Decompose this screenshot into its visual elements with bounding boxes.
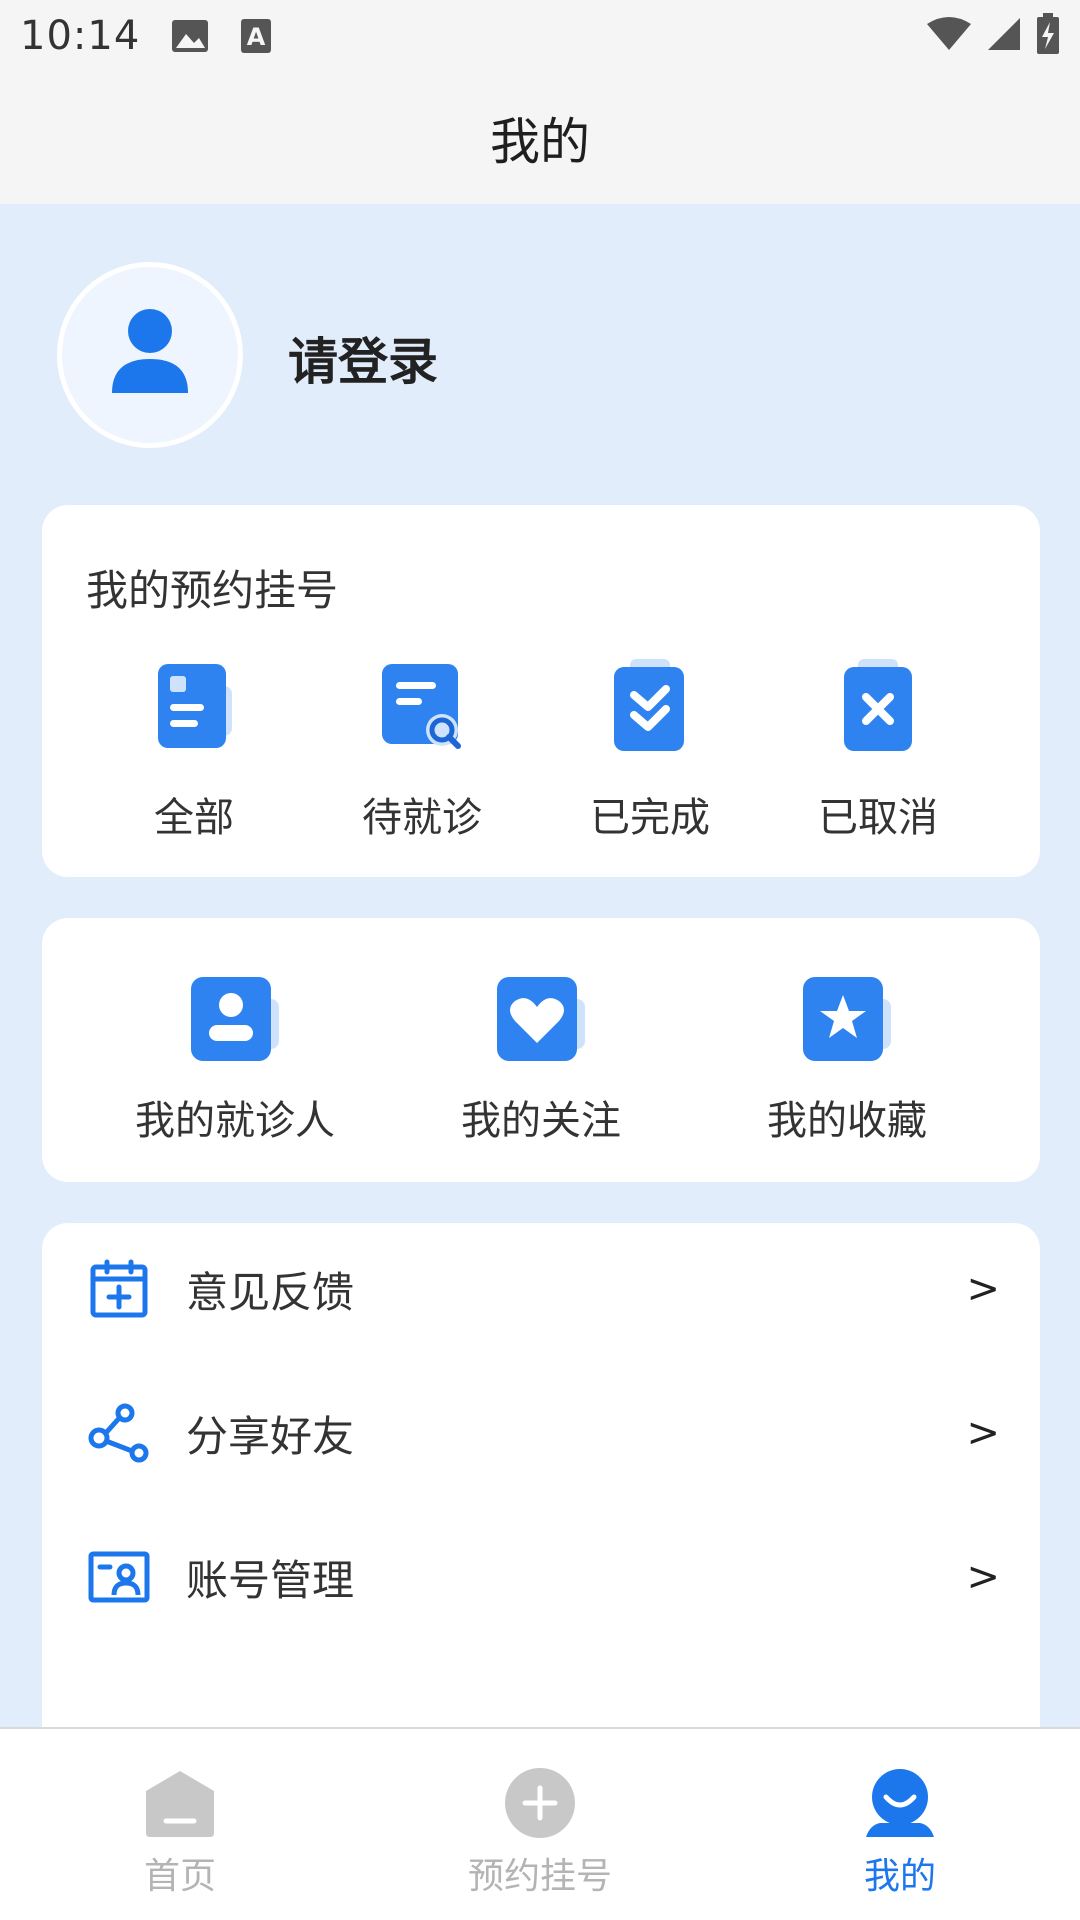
- quick-link-patients-label: 我的就诊人: [135, 1098, 335, 1144]
- status-bar: 10:14 A: [0, 0, 1080, 72]
- nav-tab-mine-label: 我的: [863, 1856, 936, 1897]
- chevron-right-icon: >: [966, 1266, 1000, 1312]
- account-card-icon: [88, 1546, 150, 1608]
- plus-circle-icon: [495, 1763, 585, 1843]
- quick-link-patients[interactable]: 我的就诊人: [105, 968, 365, 1146]
- appointment-completed-label: 已完成: [590, 795, 710, 841]
- calendar-plus-icon: [88, 1258, 150, 1320]
- appointment-pending[interactable]: 待就诊: [308, 655, 536, 843]
- share-icon: [88, 1402, 150, 1464]
- battery-charging-icon: [1036, 13, 1060, 59]
- login-prompt[interactable]: 请登录: [288, 322, 438, 394]
- chevron-right-icon: >: [966, 1554, 1000, 1600]
- clipboard-cancel-icon: [828, 655, 928, 755]
- appointment-completed[interactable]: 已完成: [536, 655, 764, 843]
- user-smile-icon: [855, 1763, 945, 1843]
- nav-tab-appointment-label: 预约挂号: [467, 1856, 612, 1897]
- appointment-all[interactable]: 全部: [80, 655, 308, 843]
- appointment-pending-label: 待就诊: [362, 795, 482, 841]
- appointments-card: 我的预约挂号 全部 待就诊 已完成 已取消: [42, 505, 1040, 877]
- quick-link-favorites[interactable]: 我的收藏: [717, 968, 977, 1146]
- bottom-nav: 首页 预约挂号 我的: [0, 1727, 1080, 1920]
- appointment-cancelled[interactable]: 已取消: [764, 655, 992, 843]
- appointments-grid: 全部 待就诊 已完成 已取消: [42, 655, 1040, 843]
- menu-item-account[interactable]: 账号管理 >: [42, 1505, 1040, 1649]
- quick-link-favorites-label: 我的收藏: [767, 1098, 927, 1144]
- home-icon: [135, 1763, 225, 1843]
- title-bar: 我的: [0, 72, 1080, 204]
- menu-item-share-label: 分享好友: [186, 1411, 355, 1461]
- appointments-title: 我的预约挂号: [86, 566, 339, 615]
- heart-icon: [491, 968, 591, 1068]
- document-list-icon: [144, 655, 244, 755]
- nav-tab-home-label: 首页: [143, 1856, 216, 1897]
- menu-item-feedback-label: 意见反馈: [186, 1267, 355, 1317]
- quick-link-follows[interactable]: 我的关注: [411, 968, 671, 1146]
- appointment-cancelled-label: 已取消: [818, 795, 938, 841]
- star-icon: [797, 968, 897, 1068]
- nav-tab-mine[interactable]: 我的: [720, 1729, 1080, 1920]
- appointment-all-label: 全部: [154, 795, 234, 841]
- svg-text:A: A: [247, 23, 266, 51]
- patient-icon: [185, 968, 285, 1068]
- menu-item-account-label: 账号管理: [186, 1555, 355, 1605]
- user-icon: [110, 307, 190, 403]
- nav-tab-appointment[interactable]: 预约挂号: [360, 1729, 720, 1920]
- avatar[interactable]: [57, 262, 243, 448]
- image-icon: [170, 18, 210, 54]
- nav-tab-home[interactable]: 首页: [0, 1729, 360, 1920]
- clipboard-check-icon: [600, 655, 700, 755]
- quick-links-card: 我的就诊人 我的关注 我的收藏: [42, 918, 1040, 1182]
- quick-link-follows-label: 我的关注: [461, 1098, 621, 1144]
- signal-icon: [986, 16, 1022, 56]
- keyboard-a-icon: A: [240, 18, 272, 54]
- menu-item-share[interactable]: 分享好友 >: [42, 1361, 1040, 1505]
- menu-card: 意见反馈 > 分享好友 > 账号管理 >: [42, 1223, 1040, 1743]
- menu-item-feedback[interactable]: 意见反馈 >: [42, 1217, 1040, 1361]
- chevron-right-icon: >: [966, 1410, 1000, 1456]
- wifi-icon: [926, 16, 972, 56]
- page-title: 我的: [490, 113, 590, 171]
- profile-section[interactable]: 请登录: [0, 204, 1080, 504]
- status-time: 10:14: [20, 13, 141, 59]
- document-search-icon: [372, 655, 472, 755]
- quick-links-grid: 我的就诊人 我的关注 我的收藏: [42, 968, 1040, 1146]
